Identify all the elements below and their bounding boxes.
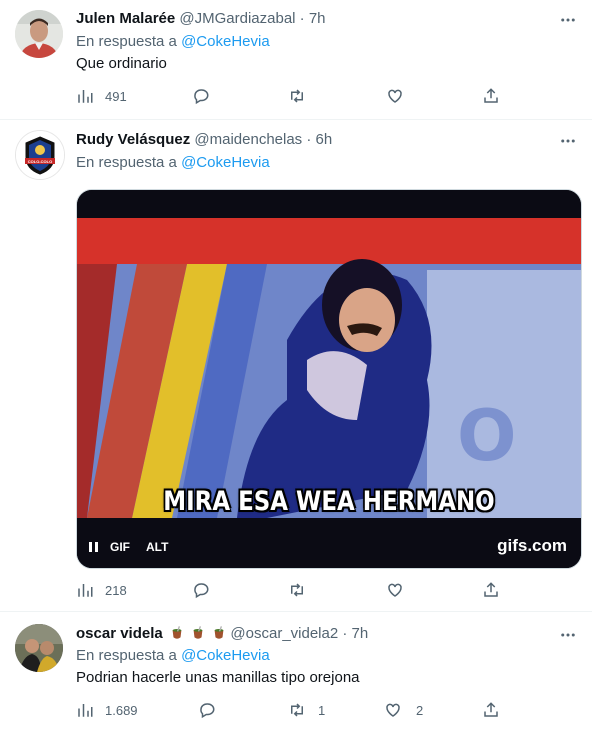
reply-button[interactable] [192,86,210,106]
avatar[interactable] [15,10,63,58]
timestamp[interactable]: 6h [316,131,333,148]
views-icon [78,704,93,717]
like-count: 2 [416,702,424,718]
user-handle[interactable]: @oscar_videla2 [230,625,338,642]
more-icon[interactable] [558,10,578,30]
reply-button[interactable] [198,700,216,720]
display-name[interactable]: Julen Malarée [76,10,175,27]
gif-caption: MIRA ESA WEA HERMANO [163,486,495,517]
like-icon [386,703,400,717]
reply-context: En respuesta a @CokeHevia [76,32,270,52]
share-button[interactable] [482,86,500,106]
tweet-header: oscar videla @oscar_videla2 · 7h [76,624,368,644]
action-bar: 218 [76,580,506,600]
retweet-icon [291,583,303,597]
gif-badge: GIF [110,540,130,554]
views-icon [78,584,93,597]
retweet-button[interactable]: 1 [288,700,325,720]
share-icon [484,702,498,717]
user-handle[interactable]: @maidenchelas [194,131,302,148]
share-button[interactable] [482,580,500,600]
timestamp[interactable]: 7h [309,10,326,27]
reply-icon [194,583,209,599]
reply-context: En respuesta a @CokeHevia [76,646,270,666]
retweet-button[interactable] [288,580,306,600]
like-button[interactable] [386,580,404,600]
pause-icon[interactable] [89,542,98,552]
reply-prefix: En respuesta a [76,154,177,171]
retweet-icon [291,89,303,103]
views-count: 1.689 [105,702,138,718]
more-icon[interactable] [558,625,578,645]
more-icon[interactable] [558,131,578,151]
like-button[interactable] [386,86,404,106]
retweet-icon [291,703,303,717]
views-button[interactable]: 491 [76,86,127,106]
reply-mention-link[interactable]: @CokeHevia [181,647,270,664]
share-button[interactable] [482,700,500,720]
tweet[interactable]: Julen Malarée @JMGardiazabal · 7h En res… [0,0,592,120]
avatar[interactable]: COLO-COLO [15,130,65,180]
reply-context: En respuesta a @CokeHevia [76,153,270,173]
action-bar: 491 [76,86,506,106]
like-button[interactable]: 2 [384,700,423,720]
tweet-header: Rudy Velásquez @maidenchelas · 6h [76,130,332,150]
reply-icon [194,89,209,105]
action-bar: 1.689 1 2 [76,700,506,720]
display-name[interactable]: oscar videla [76,625,163,642]
gif-source-credit: gifs.com [497,536,567,555]
retweet-button[interactable] [288,86,306,106]
tweet[interactable]: COLO-COLO Rudy Velásquez @maidenchelas ·… [0,120,592,612]
separator-dot: · [306,131,312,148]
tweet[interactable]: oscar videla @oscar_videla2 · 7h En resp… [0,612,592,732]
share-icon [484,88,498,103]
club-logo-text: COLO-COLO [28,159,52,164]
tweet-text: Podrian hacerle unas manillas tipo orejo… [76,669,360,686]
like-icon [388,89,402,103]
share-icon [484,582,498,597]
views-icon [78,90,93,103]
svg-text:O: O [457,395,517,477]
gif-media[interactable]: O MIRA ESA WEA HERMANO GIF ALT gifs.com [76,189,582,569]
alt-badge[interactable]: ALT [146,540,168,554]
display-name[interactable]: Rudy Velásquez [76,131,190,148]
views-button[interactable]: 218 [76,580,127,600]
avatar[interactable] [15,624,63,672]
tweet-text: Que ordinario [76,55,167,72]
user-handle[interactable]: @JMGardiazabal [179,10,295,27]
reply-prefix: En respuesta a [76,33,177,50]
separator-dot: · [342,625,348,642]
reply-prefix: En respuesta a [76,647,177,664]
tweet-header: Julen Malarée @JMGardiazabal · 7h [76,9,326,29]
reply-mention-link[interactable]: @CokeHevia [181,33,270,50]
views-count: 491 [105,88,127,104]
views-count: 218 [105,582,127,598]
reply-button[interactable] [192,580,210,600]
timestamp[interactable]: 7h [352,625,369,642]
retweet-count: 1 [318,702,326,718]
reply-icon [200,703,215,719]
reply-mention-link[interactable]: @CokeHevia [181,154,270,171]
separator-dot: · [299,10,305,27]
views-button[interactable]: 1.689 [76,700,138,720]
mate-emoji-icon [167,625,231,642]
like-icon [388,583,402,597]
gif-controls: GIF ALT [89,540,168,554]
